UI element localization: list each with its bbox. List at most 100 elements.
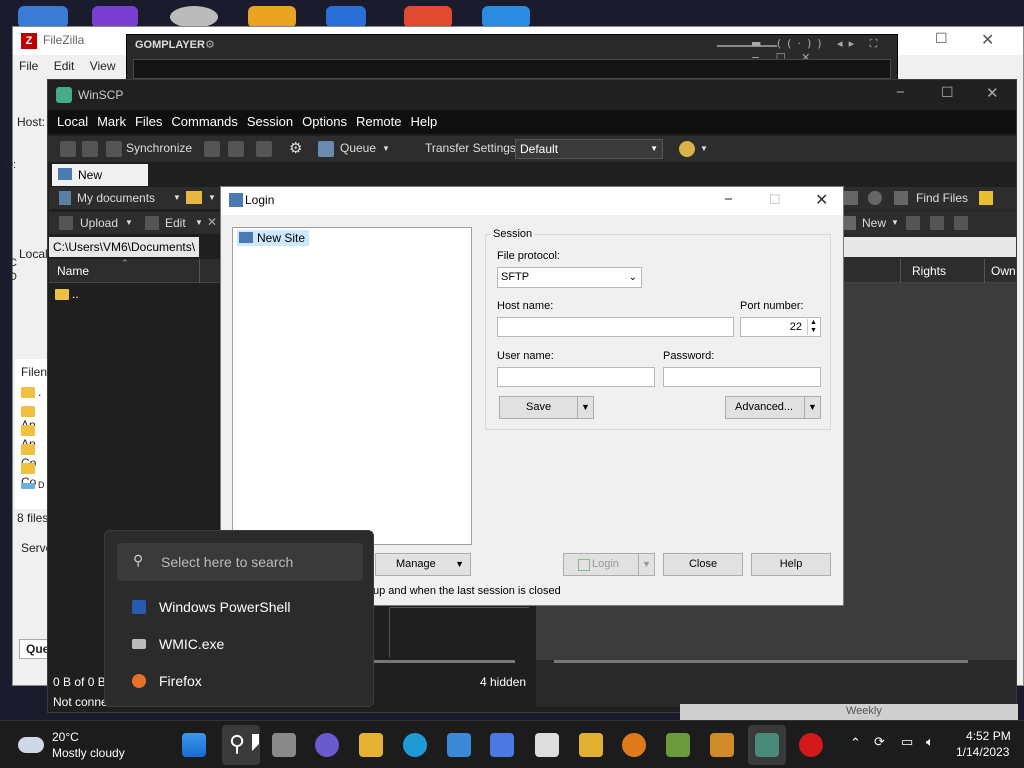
chevron-down-icon[interactable]: ▼	[195, 218, 203, 227]
home-icon[interactable]	[844, 191, 858, 205]
protocol-select[interactable]: SFTP ⌄	[497, 267, 642, 288]
app-icon-12[interactable]	[666, 733, 690, 757]
close-icon[interactable]: ✕	[981, 30, 994, 49]
start-icon[interactable]	[182, 733, 206, 757]
compare-icon[interactable]	[60, 141, 76, 157]
delete-icon[interactable]	[954, 216, 968, 230]
chevron-down-icon[interactable]: ▼	[700, 144, 708, 153]
app-icon-8[interactable]	[490, 733, 514, 757]
task-view-icon[interactable]	[272, 733, 296, 757]
props-icon[interactable]	[906, 216, 920, 230]
chevron-down-icon[interactable]: ▼	[891, 218, 899, 227]
file-explorer-icon[interactable]	[359, 733, 383, 757]
minimize-icon[interactable]: −	[896, 84, 905, 101]
advanced-button[interactable]: Advanced... ▼	[725, 396, 821, 419]
close-icon[interactable]: ✕	[986, 84, 999, 102]
chevron-down-icon[interactable]: ▼	[577, 397, 593, 418]
edit-button[interactable]: Edit	[165, 216, 186, 230]
refresh-globe-icon[interactable]	[679, 141, 695, 157]
menu-mark[interactable]: Mark	[97, 110, 126, 134]
synchronize-button[interactable]: Synchronize	[126, 141, 192, 155]
save-button[interactable]: Save ▼	[499, 396, 594, 419]
new-icon[interactable]	[844, 216, 856, 230]
user-name-field[interactable]	[497, 367, 655, 387]
opera-icon[interactable]	[799, 733, 823, 757]
chevron-down-icon[interactable]: ▼	[804, 397, 820, 418]
table-row[interactable]: ..	[55, 287, 79, 301]
manage-button[interactable]: Manage ▼	[375, 553, 471, 576]
find-files-button[interactable]: Find Files	[916, 191, 968, 205]
menu-local[interactable]: Local	[57, 110, 88, 134]
remote-hscroll[interactable]	[554, 660, 968, 663]
site-tree[interactable]: New Site	[232, 227, 472, 545]
list-item[interactable]: D	[21, 480, 45, 490]
local-path[interactable]: C:\Users\VM6\Documents\	[49, 237, 199, 257]
chevron-down-icon[interactable]: ▼	[208, 193, 216, 202]
menu-edit[interactable]: Edit	[54, 59, 75, 73]
clock-date[interactable]: 1/14/2023	[956, 745, 1009, 759]
chevron-down-icon[interactable]: ▼	[125, 218, 133, 227]
column-name[interactable]: Name	[57, 264, 89, 278]
edit-icon[interactable]	[145, 216, 159, 230]
find-icon[interactable]	[894, 191, 908, 205]
synchronize-icon[interactable]	[106, 141, 122, 157]
network-sync-icon[interactable]: ⟳	[874, 734, 885, 750]
desktop-icon-7[interactable]	[482, 6, 530, 28]
minimize-icon[interactable]: −	[724, 191, 733, 208]
port-number-field[interactable]: 22 ▲ ▼	[740, 317, 821, 337]
queue-button[interactable]: Queue	[340, 141, 376, 155]
chat-icon[interactable]	[315, 733, 339, 757]
desktop-icon-1[interactable]	[18, 6, 68, 28]
clock-time[interactable]: 4:52 PM	[966, 729, 1011, 743]
port-stepper[interactable]: ▲ ▼	[807, 319, 819, 335]
menu-options[interactable]: Options	[302, 110, 347, 134]
maximize-icon[interactable]: ☐	[769, 192, 781, 208]
list-item-powershell[interactable]: Windows PowerShell	[132, 595, 291, 619]
search-input[interactable]: ⚲ Select here to search	[117, 543, 363, 581]
find-icon[interactable]	[256, 141, 272, 157]
transfer-settings-select[interactable]: Default ▼	[515, 139, 663, 159]
terminal-icon[interactable]	[228, 141, 244, 157]
list-item[interactable]: .	[21, 385, 41, 399]
menu-remote[interactable]: Remote	[356, 110, 402, 134]
sync-browse-icon[interactable]	[82, 141, 98, 157]
new-button[interactable]: New	[862, 216, 886, 230]
weather-widget[interactable]: 20°C Mostly cloudy	[16, 729, 136, 763]
menu-files[interactable]: Files	[135, 110, 162, 134]
password-field[interactable]	[663, 367, 821, 387]
menu-commands[interactable]: Commands	[171, 110, 237, 134]
menu-help[interactable]: Help	[410, 110, 437, 134]
help-button[interactable]: Help	[751, 553, 831, 576]
refresh-icon[interactable]	[868, 191, 882, 205]
store-icon[interactable]	[447, 733, 471, 757]
desktop-icon-2[interactable]	[92, 6, 138, 28]
app-icon-10[interactable]	[579, 733, 603, 757]
gear-icon[interactable]: ⚙	[289, 139, 302, 157]
chevron-down-icon[interactable]: ▼	[382, 144, 390, 153]
desktop-icon-4[interactable]	[248, 6, 296, 28]
console-icon[interactable]	[204, 141, 220, 157]
location-select[interactable]: My documents	[77, 191, 155, 205]
menu-file[interactable]: File	[19, 59, 38, 73]
app-icon-11[interactable]	[622, 733, 646, 757]
display-icon[interactable]: ▭	[901, 734, 913, 750]
queue-icon[interactable]	[318, 141, 334, 157]
tree-icon[interactable]	[979, 191, 993, 205]
edge-icon[interactable]	[403, 733, 427, 757]
chevron-down-icon[interactable]: ▼	[638, 554, 654, 575]
close-button[interactable]: Close	[663, 553, 743, 576]
chevron-up-icon[interactable]: ⌃	[850, 735, 861, 751]
maximize-icon[interactable]: ☐	[935, 31, 948, 47]
close-icon[interactable]: ✕	[815, 190, 828, 210]
delete-icon[interactable]: ✕	[207, 215, 217, 229]
gear-icon[interactable]: ⚙	[205, 38, 215, 51]
volume-icon[interactable]: 🔈︎	[926, 734, 934, 750]
desktop-icon-5[interactable]	[326, 6, 366, 28]
desktop-icon-3[interactable]	[170, 6, 218, 28]
maximize-icon[interactable]: ☐	[941, 84, 954, 101]
host-name-field[interactable]	[497, 317, 734, 337]
tab-new-session[interactable]: New Session	[52, 164, 148, 204]
menu-view[interactable]: View	[90, 59, 116, 73]
move-icon[interactable]	[930, 216, 944, 230]
column-rights[interactable]: Rights	[912, 264, 946, 278]
